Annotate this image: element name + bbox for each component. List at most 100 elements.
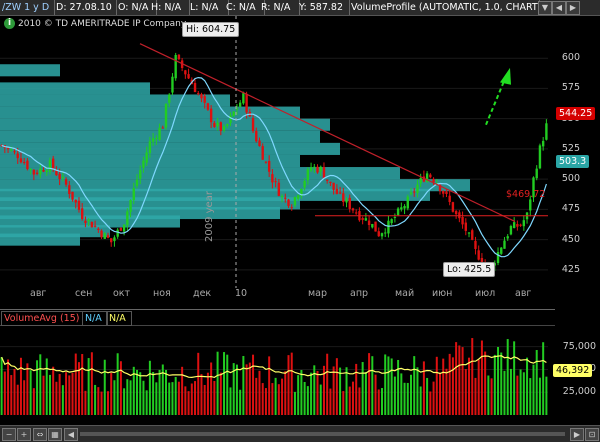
zoom-out-icon[interactable]: − <box>2 428 16 441</box>
volume-bar <box>61 385 64 415</box>
symbol-label[interactable]: /ZW 1 y D <box>0 0 55 15</box>
volume-bar <box>448 353 451 415</box>
volume-profile-bar <box>0 82 150 95</box>
volume-bar <box>239 389 242 415</box>
volume-bar <box>326 353 329 415</box>
volume-bar <box>387 356 390 415</box>
volume-bar <box>342 391 345 415</box>
volume-tick-label: 75,000 <box>562 340 596 352</box>
candle-body <box>222 126 226 131</box>
volume-bar <box>81 354 84 415</box>
volume-chart[interactable] <box>0 325 600 425</box>
candle-body <box>351 208 355 211</box>
volume-bar <box>445 368 448 415</box>
low-readout: L: N/A <box>188 0 229 15</box>
price-tick-label: 425 <box>561 263 580 275</box>
volume-bar <box>274 377 277 415</box>
volume-bar <box>422 361 425 415</box>
date-tick-label: дек <box>193 288 212 299</box>
candle-body <box>13 151 16 153</box>
volume-bar <box>516 375 519 415</box>
candle-body <box>61 176 65 178</box>
volume-bar <box>171 382 174 415</box>
zoom-fit-icon[interactable]: ⊡ <box>585 428 599 441</box>
bottom-toolbar: − + ⇔ ▦ ◀ ▶ ⊡ <box>0 425 600 442</box>
candle-body <box>293 197 297 206</box>
volume-bar <box>100 391 103 415</box>
date-tick-label: июн <box>432 288 453 299</box>
volume-study-label[interactable]: VolumeAvg (15) <box>1 311 83 326</box>
candle-body <box>77 200 81 210</box>
candle-body <box>209 108 213 123</box>
candle-body <box>119 227 123 231</box>
candle-body <box>277 182 281 196</box>
volume-bar <box>284 371 287 415</box>
volume-bar <box>451 357 454 415</box>
volume-bar <box>190 383 193 415</box>
volume-bar <box>87 358 90 415</box>
volume-bar <box>287 355 290 415</box>
candle-body <box>509 225 513 235</box>
volume-bar <box>16 384 19 415</box>
candle-body <box>338 192 342 194</box>
volume-bar <box>519 369 522 415</box>
volume-bar <box>271 383 274 415</box>
price-chart[interactable] <box>0 16 600 309</box>
volume-bar <box>258 370 261 415</box>
price-tick-label: 475 <box>561 203 580 215</box>
candle-body <box>142 160 145 168</box>
volume-profile-bar <box>0 233 80 246</box>
candle-body <box>203 96 206 103</box>
horizontal-scrollbar[interactable] <box>80 432 565 436</box>
volume-bar <box>223 352 226 415</box>
candle-body <box>139 170 142 179</box>
volume-bar <box>542 342 545 415</box>
candle-body <box>361 218 364 220</box>
candle-body <box>135 179 139 186</box>
candle-body <box>171 76 174 93</box>
candle-body <box>155 138 158 140</box>
expand-icon[interactable]: ⇔ <box>33 428 47 441</box>
scroll-right-icon[interactable]: ▶ <box>566 1 580 15</box>
price-tick-label: 575 <box>561 82 580 94</box>
candle-body <box>329 181 332 184</box>
candle-body <box>158 127 161 140</box>
candle-body <box>516 224 519 227</box>
volume-profile-bar <box>0 94 230 107</box>
candle-body <box>387 220 390 234</box>
candle-body <box>129 200 132 212</box>
volume-bar <box>335 358 338 415</box>
date-tick-label: 10 <box>235 288 248 299</box>
date-tick-label: май <box>395 288 415 299</box>
volume-bar <box>477 359 480 415</box>
volume-bar <box>29 370 32 415</box>
candle-body <box>100 230 103 238</box>
scroll-left-icon[interactable]: ◀ <box>552 1 566 15</box>
volume-bar <box>513 341 516 415</box>
chevron-down-icon[interactable]: ▼ <box>538 1 552 15</box>
candle-body <box>448 195 451 203</box>
volume-bar <box>316 371 319 415</box>
volume-bar <box>345 367 348 415</box>
candle-body <box>84 220 87 223</box>
scroll-right-icon[interactable]: ▶ <box>570 428 584 441</box>
candle-body <box>380 233 384 237</box>
scroll-left-icon[interactable]: ◀ <box>64 428 78 441</box>
candle-body <box>413 191 416 193</box>
volume-profile-bar <box>0 64 60 77</box>
date-tick-label: мар <box>308 288 328 299</box>
volume-bar <box>94 384 97 415</box>
low-label: Lo: 425.5 <box>443 262 496 277</box>
volume-bar <box>210 362 213 415</box>
study-label[interactable]: VolumeProfile (AUTOMATIC, 1.0, CHART, ..… <box>349 0 540 15</box>
candle-body <box>213 122 216 127</box>
candle-body <box>406 196 409 209</box>
candle-body <box>384 232 387 234</box>
zoom-in-icon[interactable]: + <box>17 428 31 441</box>
grid-icon[interactable]: ▦ <box>48 428 62 441</box>
volume-bar <box>74 353 77 415</box>
volume-bar <box>36 360 39 415</box>
volume-bar <box>203 384 206 415</box>
volume-bar <box>126 379 129 415</box>
volume-bar <box>403 382 406 415</box>
